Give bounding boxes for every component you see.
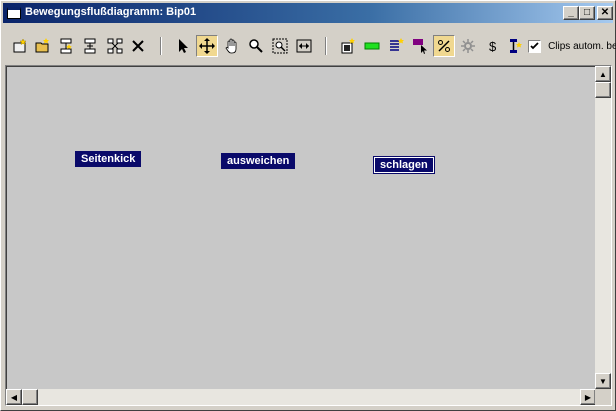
dollar-button[interactable]: $ xyxy=(482,35,504,57)
select-button[interactable] xyxy=(172,35,194,57)
scroll-up-button[interactable]: ▲ xyxy=(595,66,611,82)
gear-button[interactable] xyxy=(457,35,479,57)
open-clip-icon xyxy=(35,38,49,53)
horizontal-scroll-thumb[interactable] xyxy=(22,389,38,405)
delete-transitions-button[interactable] xyxy=(104,35,126,57)
vertical-scrollbar[interactable]: ▲ ▼ xyxy=(595,66,611,389)
maximize-button[interactable]: □ xyxy=(579,6,595,20)
green-bar-icon xyxy=(364,42,380,50)
pan-button[interactable] xyxy=(221,35,243,57)
delete-button[interactable] xyxy=(127,35,149,57)
insert-transition-icon xyxy=(84,38,96,54)
motion-flow-canvas[interactable]: Seitenkick ausweichen schlagen ▲ ▼ ◀ ▶ xyxy=(5,65,612,406)
close-button[interactable]: ✕ xyxy=(597,6,613,20)
purple-flag-button[interactable] xyxy=(409,35,431,57)
auto-clips-label: Clips autom. be xyxy=(548,41,616,52)
window: Bewegungsflußdiagramm: Bip01 _ □ ✕ $ Cli… xyxy=(0,0,616,411)
info-button[interactable] xyxy=(504,35,526,57)
toolbar-separator xyxy=(160,37,162,55)
select-icon xyxy=(179,39,188,53)
zoom-region-icon xyxy=(272,38,288,54)
toolbar-separator xyxy=(325,37,327,55)
scroll-right-button[interactable]: ▶ xyxy=(580,389,596,405)
pan-hand-icon xyxy=(225,38,237,54)
create-transition-icon xyxy=(60,38,72,54)
title-bar[interactable]: Bewegungsflußdiagramm: Bip01 _ □ ✕ xyxy=(3,3,613,23)
scroll-left-button[interactable]: ◀ xyxy=(6,389,22,405)
gear-icon xyxy=(461,39,475,53)
clip-node[interactable]: Seitenkick xyxy=(75,151,142,167)
clip-node[interactable]: ausweichen xyxy=(221,153,296,169)
percent-icon xyxy=(438,40,450,52)
window-icon xyxy=(7,7,21,19)
horizontal-scrollbar[interactable]: ◀ ▶ xyxy=(6,389,596,405)
delete-transitions-icon xyxy=(107,38,123,54)
clip-node-selected[interactable]: schlagen xyxy=(373,156,435,174)
open-clip-button[interactable] xyxy=(32,35,54,57)
percent-button[interactable] xyxy=(433,35,455,57)
zoom-button[interactable] xyxy=(245,35,267,57)
auto-clips-option: Clips autom. be xyxy=(528,40,616,54)
info-icon xyxy=(510,39,522,53)
zoom-region-button[interactable] xyxy=(269,35,291,57)
minimize-button[interactable]: _ xyxy=(563,6,579,20)
green-bar-button[interactable] xyxy=(361,35,383,57)
dollar-icon: $ xyxy=(489,39,497,54)
window-title: Bewegungsflußdiagramm: Bip01 xyxy=(25,6,197,18)
checkmark-icon xyxy=(530,42,539,50)
toolbar: $ Clips autom. be xyxy=(3,25,616,63)
new-clip-icon xyxy=(13,38,27,53)
create-script-icon xyxy=(341,38,355,54)
svg-text:$: $ xyxy=(489,39,497,54)
zoom-icon xyxy=(249,39,263,53)
scroll-down-button[interactable]: ▼ xyxy=(595,373,611,389)
list-icon xyxy=(390,38,404,51)
fit-width-icon xyxy=(296,39,312,53)
move-icon xyxy=(199,38,215,54)
insert-transition-button[interactable] xyxy=(79,35,101,57)
auto-clips-checkbox[interactable] xyxy=(528,40,541,53)
fit-width-button[interactable] xyxy=(293,35,315,57)
list-button[interactable] xyxy=(385,35,407,57)
scrollbar-corner xyxy=(595,389,611,405)
vertical-scroll-thumb[interactable] xyxy=(595,82,611,98)
move-button[interactable] xyxy=(196,35,218,57)
create-script-button[interactable] xyxy=(337,35,359,57)
purple-flag-icon xyxy=(413,39,427,54)
create-transition-button[interactable] xyxy=(55,35,77,57)
delete-icon xyxy=(132,40,144,52)
new-clip-button[interactable] xyxy=(9,35,31,57)
